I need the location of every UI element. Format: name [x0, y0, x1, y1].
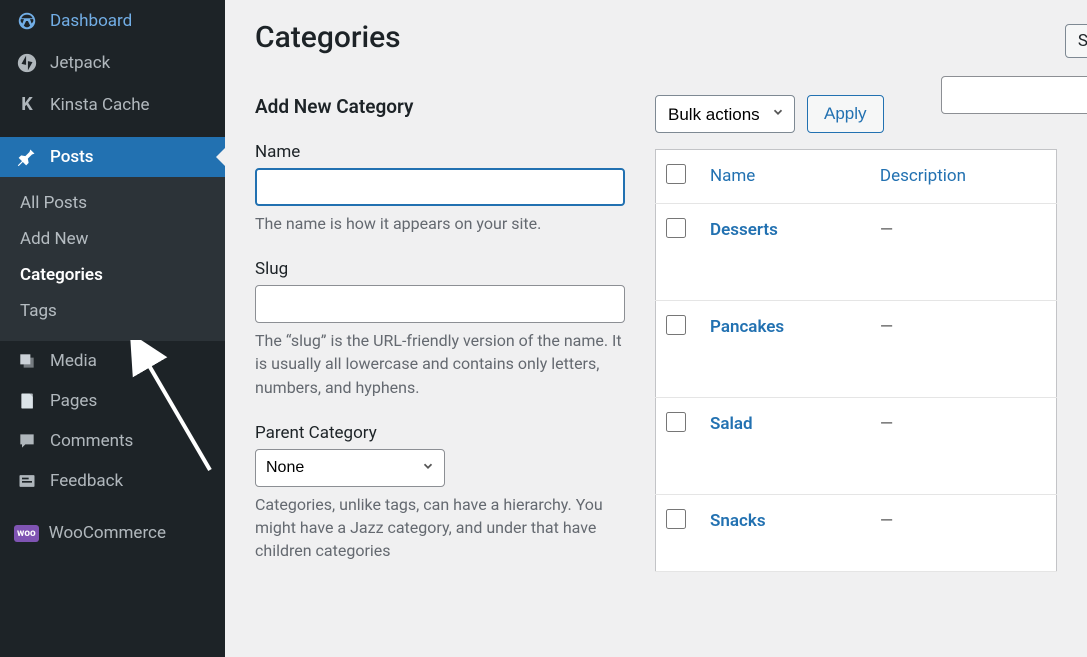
sidebar-submenu-posts: All Posts Add New Categories Tags [0, 177, 225, 341]
kinsta-icon: K [14, 94, 40, 115]
jetpack-icon [14, 52, 40, 74]
parent-label: Parent Category [255, 423, 625, 443]
sidebar-item-label: Comments [50, 431, 133, 451]
sidebar-item-label: Feedback [50, 471, 123, 491]
comment-icon [14, 431, 40, 451]
sidebar-item-feedback[interactable]: Feedback [0, 461, 225, 501]
sidebar-item-pages[interactable]: Pages [0, 381, 225, 421]
category-link[interactable]: Desserts [710, 220, 778, 240]
content-area: S Categories Add New Category Name The n… [225, 0, 1087, 657]
categories-table: Name Description Desserts — Pancakes — [655, 149, 1057, 572]
row-checkbox[interactable] [666, 315, 686, 335]
row-checkbox[interactable] [666, 412, 686, 432]
col-name[interactable]: Name [696, 150, 866, 204]
table-row: Desserts — [656, 204, 1057, 301]
name-label: Name [255, 142, 625, 162]
sidebar-item-label: Jetpack [50, 53, 110, 73]
page-title: Categories [255, 20, 1057, 55]
sidebar-subitem-tags[interactable]: Tags [0, 293, 225, 329]
feedback-icon [14, 471, 40, 491]
sidebar-item-media[interactable]: Media [0, 341, 225, 381]
screen-options-fragment[interactable]: S [1065, 24, 1087, 58]
table-row: Salad — [656, 398, 1057, 495]
description-cell: — [880, 414, 893, 434]
sidebar-subitem-categories[interactable]: Categories [0, 257, 225, 293]
col-description[interactable]: Description [866, 150, 1057, 204]
description-cell: — [880, 220, 893, 240]
description-cell: — [880, 511, 893, 531]
woocommerce-icon: woo [14, 525, 39, 542]
sidebar-item-posts[interactable]: Posts [0, 137, 225, 177]
sidebar-item-dashboard[interactable]: Dashboard [0, 0, 225, 42]
admin-sidebar: Dashboard Jetpack K Kinsta Cache Posts A… [0, 0, 225, 657]
slug-label: Slug [255, 259, 625, 279]
sidebar-item-label: Posts [50, 147, 94, 167]
select-all-checkbox[interactable] [666, 164, 686, 184]
name-help: The name is how it appears on your site. [255, 212, 625, 235]
table-row: Snacks — [656, 495, 1057, 572]
row-checkbox[interactable] [666, 218, 686, 238]
add-category-form: Add New Category Name The name is how it… [255, 95, 625, 572]
media-icon [14, 351, 40, 371]
parent-select[interactable]: None [255, 449, 445, 487]
sidebar-item-label: Kinsta Cache [50, 95, 150, 115]
sidebar-item-label: Dashboard [50, 11, 132, 31]
sidebar-item-label: WooCommerce [49, 523, 166, 543]
sidebar-item-label: Media [50, 351, 97, 371]
bulk-actions-select[interactable]: Bulk actions [655, 95, 795, 133]
pages-icon [14, 391, 40, 411]
category-link[interactable]: Snacks [710, 511, 766, 531]
sidebar-item-jetpack[interactable]: Jetpack [0, 42, 225, 84]
pin-icon [14, 147, 40, 167]
category-link[interactable]: Salad [710, 414, 753, 434]
form-heading: Add New Category [255, 95, 625, 118]
sidebar-subitem-add-new[interactable]: Add New [0, 221, 225, 257]
sidebar-item-comments[interactable]: Comments [0, 421, 225, 461]
sidebar-subitem-all-posts[interactable]: All Posts [0, 185, 225, 221]
slug-help: The “slug” is the URL-friendly version o… [255, 329, 625, 399]
categories-list-panel: Bulk actions Apply Name Description [655, 95, 1057, 572]
sidebar-item-label: Pages [50, 391, 97, 411]
gauge-icon [14, 10, 40, 32]
apply-button[interactable]: Apply [807, 95, 884, 133]
name-input[interactable] [255, 168, 625, 206]
search-input[interactable] [941, 76, 1087, 114]
sidebar-item-kinsta[interactable]: K Kinsta Cache [0, 84, 225, 125]
slug-input[interactable] [255, 285, 625, 323]
category-link[interactable]: Pancakes [710, 317, 784, 337]
sidebar-item-woocommerce[interactable]: woo WooCommerce [0, 513, 225, 553]
row-checkbox[interactable] [666, 509, 686, 529]
table-row: Pancakes — [656, 301, 1057, 398]
description-cell: — [880, 317, 893, 337]
parent-help: Categories, unlike tags, can have a hier… [255, 493, 625, 563]
